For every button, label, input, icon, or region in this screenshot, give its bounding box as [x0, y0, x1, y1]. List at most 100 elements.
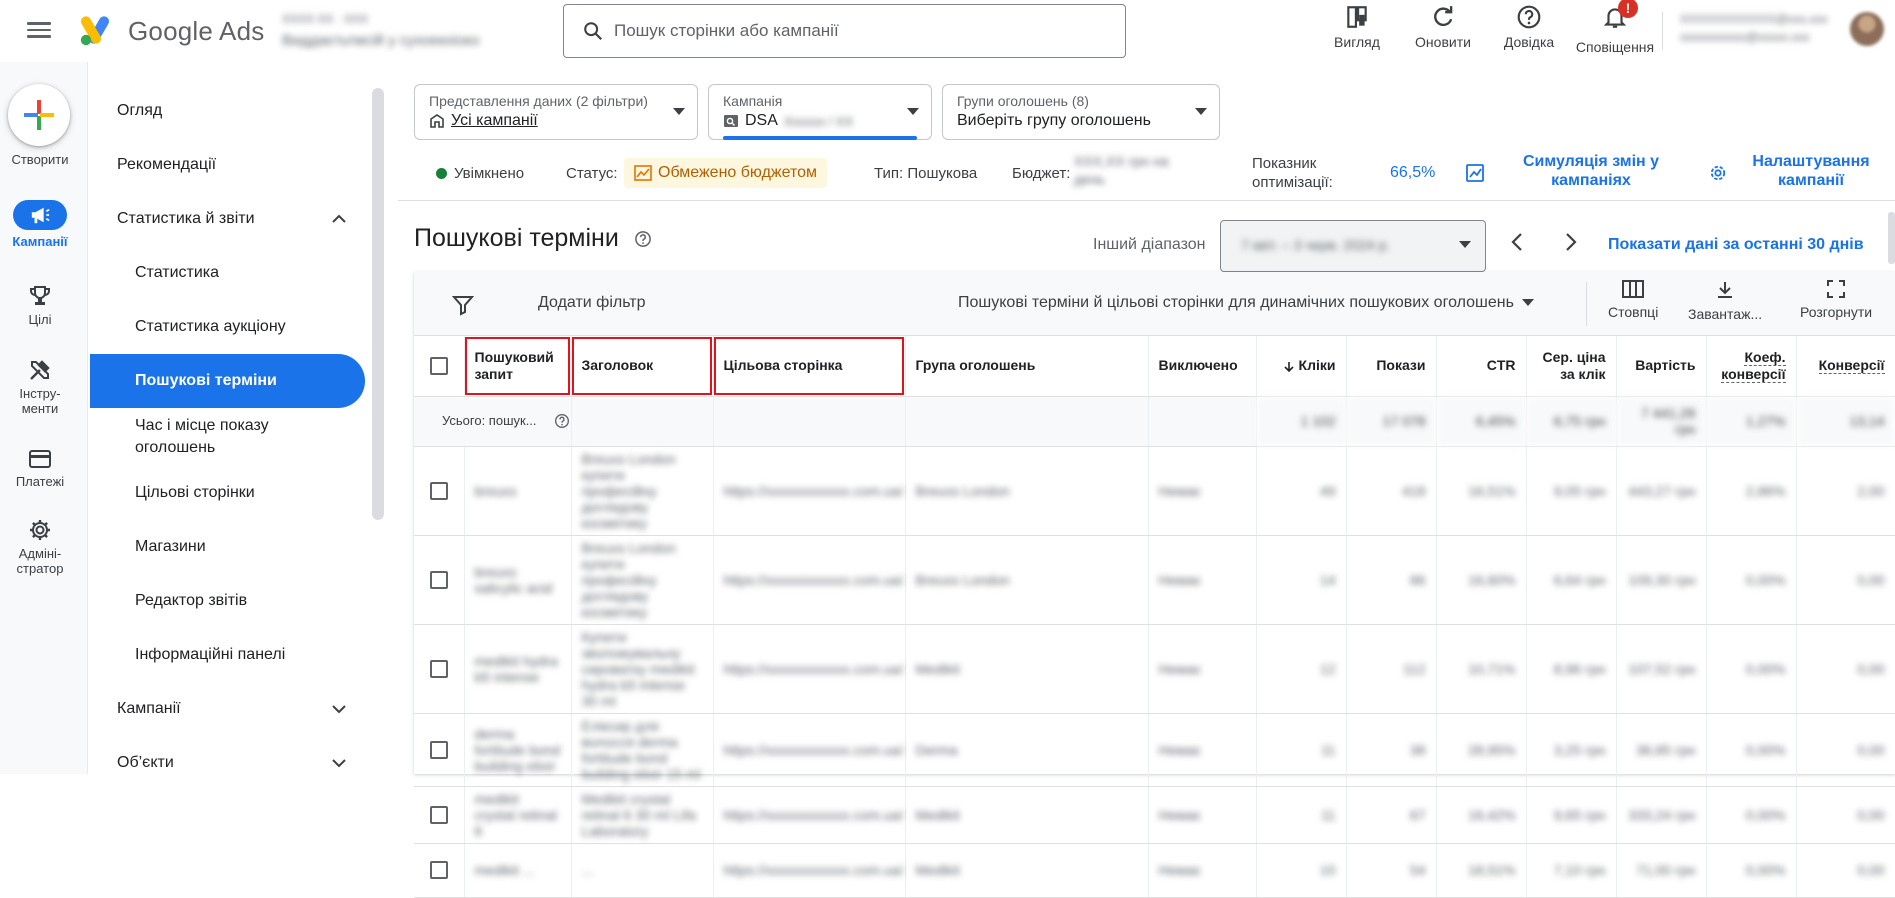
enabled-status[interactable]: Увімкнено [436, 165, 524, 182]
col-header-avg-cpc[interactable]: Сер. ціна за клік [1526, 336, 1617, 397]
total-cost: 7 441,26 грн [1616, 396, 1707, 447]
col-header-ad-group[interactable]: Група оголошень [905, 336, 1149, 397]
nav-label: Статистика [135, 264, 220, 281]
add-filter-button[interactable]: Додати фільтр [538, 294, 646, 312]
cell-ctr: 10,71% [1436, 624, 1527, 714]
nav-item-search-terms[interactable]: Пошукові терміни [90, 354, 365, 408]
refresh-button[interactable]: Оновити [1404, 0, 1482, 62]
create-button[interactable] [8, 84, 70, 146]
col-header-ctr[interactable]: CTR [1436, 336, 1527, 397]
nav-item-report-editor[interactable]: Редактор звітів [90, 574, 365, 628]
account-switcher[interactable]: ХХХХ ХХ · ХХХ Виддаєтьтмсій у сухоекхіок… [282, 12, 532, 52]
view-selector[interactable]: Представлення даних (2 фільтри) Усі камп… [414, 84, 698, 140]
search-box[interactable] [563, 4, 1126, 58]
cell-landing-page[interactable]: https://xxxxxxxxxxxx.com.ua/... [713, 446, 906, 536]
nav-item-landing-pages[interactable]: Цільові сторінки [90, 466, 365, 520]
search-input[interactable] [614, 21, 1094, 41]
optimization-score-value[interactable]: 66,5% [1390, 164, 1435, 182]
main-content: Представлення даних (2 фільтри) Усі камп… [398, 62, 1895, 898]
expand-button[interactable]: Розгорнути [1800, 280, 1872, 320]
status-limited-text: Обмежено бюджетом [658, 164, 818, 181]
nav-item-stores[interactable]: Магазини [90, 520, 365, 574]
row-checkbox[interactable] [429, 740, 448, 759]
nav-item-recommendations[interactable]: Рекомендації [90, 138, 365, 192]
cell-conv-rate: 0,00% [1706, 786, 1797, 844]
campaign-settings-link[interactable]: Налаштування кампанії [1746, 152, 1876, 190]
columns-button[interactable]: Стовпці [1608, 280, 1658, 320]
col-header-clicks[interactable]: Кліки [1256, 336, 1347, 397]
cell-landing-page[interactable]: https://xxxxxxxxxxxx.com.ua/... [713, 843, 906, 898]
last-30-days-link[interactable]: Показати дані за останні 30 днів [1608, 236, 1864, 254]
account-name: ХХХХ ХХ · ХХХ [282, 12, 369, 26]
row-checkbox[interactable] [429, 570, 448, 589]
col-header-cost[interactable]: Вартість [1616, 336, 1707, 397]
col-header-conversions[interactable]: Конверсії [1796, 336, 1895, 397]
cell-ad-group[interactable]: Breuxs London [905, 535, 1149, 625]
cell-impressions: 67 [1346, 786, 1437, 844]
rail-item-admin[interactable]: Адміні- стратор [0, 518, 80, 576]
rail-item-campaigns[interactable]: Кампанії [0, 200, 80, 249]
nav-item-dashboards[interactable]: Інформаційні панелі [90, 628, 365, 682]
row-checkbox[interactable] [429, 805, 448, 824]
cell-avg-cpc: 9,65 грн [1526, 786, 1617, 844]
chevron-right-icon[interactable] [1564, 232, 1578, 252]
row-checkbox[interactable] [429, 861, 448, 880]
adgroup-selector[interactable]: Групи оголошень (8) Виберіть групу оголо… [942, 84, 1220, 140]
simulate-changes-link[interactable]: Симуляція змін у кампаніях [1506, 152, 1676, 190]
cell-ad-group[interactable]: Breuxs London [905, 446, 1149, 536]
main-scrollbar[interactable] [1888, 212, 1895, 264]
cell-ad-group[interactable]: Derma [905, 713, 1149, 787]
avatar[interactable] [1850, 12, 1884, 46]
cell-ad-group[interactable]: Medikit [905, 843, 1149, 898]
cell-ad-group[interactable]: Medikit [905, 786, 1149, 844]
help-circle-icon[interactable] [554, 413, 570, 429]
nav-item-when-where[interactable]: Час і місце показу оголошень [90, 408, 350, 466]
col-header-search-query[interactable]: Пошуковий запит [464, 336, 572, 397]
notifications-button[interactable]: ! Сповіщення [1576, 0, 1654, 62]
nav-item-overview[interactable]: Огляд [90, 84, 365, 138]
date-range-value: 7 квіт. – 3 черв. 2024 р. [1241, 237, 1391, 253]
help-circle-icon[interactable] [634, 230, 652, 248]
col-header-headline[interactable]: Заголовок [571, 336, 714, 397]
cell-landing-page[interactable]: https://xxxxxxxxxxxx.com.ua/... [713, 624, 906, 714]
nav-item-insights-reports[interactable]: Статистика й звіти [90, 192, 365, 246]
col-header-excluded[interactable]: Виключено [1148, 336, 1257, 397]
google-ads-logo-icon [80, 16, 109, 46]
col-header-conv-rate[interactable]: Коеф. конверсії [1706, 336, 1797, 397]
row-checkbox[interactable] [429, 659, 448, 678]
filter-icon[interactable] [452, 294, 474, 316]
campaign-selector[interactable]: Кампанія DSA Хххххх / ХХ [708, 84, 932, 140]
date-range-picker[interactable]: 7 квіт. – 3 черв. 2024 р. [1220, 220, 1486, 272]
user-account-info[interactable]: ХХХХХХХХХХХХ@ххх.ххх ххххххххххх@ххххх.х… [1680, 12, 1840, 48]
hamburger-menu-icon[interactable] [24, 18, 54, 42]
nav-item-campaigns[interactable]: Кампанії [90, 682, 365, 736]
sidenav-scrollbar[interactable] [372, 88, 384, 520]
view-button[interactable]: Вигляд [1318, 0, 1396, 62]
cell-headline: Купити зволожувальну сироватку medikit h… [571, 624, 714, 714]
status-limited-badge[interactable]: Обмежено бюджетом [624, 158, 828, 188]
cell-cost: 333,24 грн [1616, 786, 1707, 844]
cell-ad-group[interactable]: Medikit [905, 624, 1149, 714]
chevron-left-icon[interactable] [1510, 232, 1524, 252]
segment-dropdown[interactable]: Пошукові терміни й цільові сторінки для … [958, 294, 1534, 312]
campaign-selector-title: Кампанія [723, 93, 783, 109]
rail-item-tools[interactable]: Інстру- менти [0, 358, 80, 416]
nav-label: Інформаційні панелі [135, 646, 286, 663]
download-button[interactable]: Завантаж... [1688, 280, 1762, 322]
cell-conv-rate: 0,00% [1706, 535, 1797, 625]
help-button[interactable]: Довідка [1490, 0, 1568, 62]
rail-item-billing[interactable]: Платежі [0, 448, 80, 489]
cell-landing-page[interactable]: https://xxxxxxxxxxxx.com.ua/... [713, 535, 906, 625]
select-all-checkbox[interactable] [429, 356, 448, 375]
nav-item-assets[interactable]: Об’єкти [90, 736, 365, 790]
col-header-landing-page[interactable]: Цільова сторінка [713, 336, 906, 397]
cell-landing-page[interactable]: https://xxxxxxxxxxxx.com.ua/... [713, 786, 906, 844]
cell-landing-page[interactable]: https://xxxxxxxxxxxx.com.ua/... [713, 713, 906, 787]
nav-item-auction-insights[interactable]: Статистика аукціону [90, 300, 365, 354]
rail-item-goals[interactable]: Цілі [0, 284, 80, 327]
cell-excluded: Немає [1148, 624, 1257, 714]
nav-item-statistics[interactable]: Статистика [90, 246, 365, 300]
row-checkbox[interactable] [429, 481, 448, 500]
col-header-impressions[interactable]: Покази [1346, 336, 1437, 397]
total-label-cell: Усього: пошук... [414, 396, 572, 447]
